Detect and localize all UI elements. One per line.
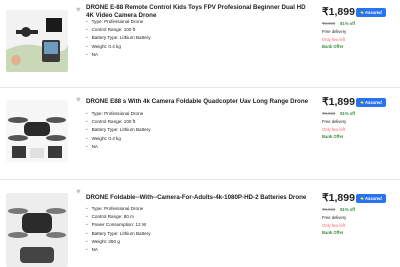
spec-item: NA <box>86 51 151 59</box>
product-card-1[interactable]: ♥ DRONE E-88 Remote Control Kids Toys FP… <box>0 0 400 88</box>
spec-item: Battery Type: Lithium Battery <box>86 126 151 134</box>
wishlist-heart-icon[interactable]: ♥ <box>76 6 83 14</box>
spec-item: Type: Professional Drone <box>86 18 151 26</box>
price: ₹1,899 <box>322 6 355 18</box>
product-title[interactable]: DRONE E-88 Remote Control Kids Toys FPV … <box>86 4 311 19</box>
plus-icon: ✚ <box>360 10 364 15</box>
spec-item: Control Range: 100 ft <box>86 118 151 126</box>
price: ₹1,899 <box>322 96 355 108</box>
spec-list: Type: Professional Drone Control Range: … <box>86 110 151 151</box>
product-card-3[interactable]: ♥ DRONE Foldable--With--Camera-For-Adult… <box>0 180 400 267</box>
spec-item: Type: Professional Drone <box>86 110 151 118</box>
assured-badge: ✚Assured <box>356 8 386 17</box>
spec-item: Battery Type: Lithium Battery <box>86 230 151 238</box>
assured-badge: ✚Assured <box>356 98 386 107</box>
delivery-info: Free delivery Only few left Bank Offer <box>322 29 347 50</box>
delivery-info: Free delivery Only few left Bank Offer <box>322 215 347 236</box>
spec-item: NA <box>86 246 151 254</box>
price: ₹1,899 <box>322 192 355 204</box>
discount: 81% off <box>340 21 356 26</box>
discount: 81% off <box>340 207 356 212</box>
wishlist-heart-icon[interactable]: ♥ <box>76 96 83 104</box>
plus-icon: ✚ <box>360 196 364 201</box>
product-title[interactable]: DRONE E88 s With 4k Camera Foldable Quad… <box>86 98 311 106</box>
spec-item: Weight: 250 g <box>86 238 151 246</box>
plus-icon: ✚ <box>360 100 364 105</box>
assured-badge: ✚Assured <box>356 194 386 203</box>
spec-item: Control Range: 80 m <box>86 213 151 221</box>
spec-item: NA <box>86 143 151 151</box>
wishlist-heart-icon[interactable]: ♥ <box>76 188 83 196</box>
spec-item: Battery Type: Lithium Battery <box>86 34 151 42</box>
spec-item: Type: Professional Drone <box>86 205 151 213</box>
spec-item: Weight: 0.4 kg <box>86 135 151 143</box>
product-title[interactable]: DRONE Foldable--With--Camera-For-Adults-… <box>86 194 311 202</box>
product-image-3[interactable] <box>6 193 68 267</box>
mrp: ₹9,998 81% off <box>322 111 356 116</box>
product-image-2[interactable] <box>6 100 68 162</box>
spec-item: Control Range: 100 ft <box>86 26 151 34</box>
product-image-1[interactable] <box>6 10 68 72</box>
spec-list: Type: Professional Drone Control Range: … <box>86 205 151 254</box>
spec-item: Weight: 0.4 kg <box>86 43 151 51</box>
spec-item: Power Consumption: 12 W <box>86 221 151 229</box>
spec-list: Type: Professional Drone Control Range: … <box>86 18 151 59</box>
discount: 81% off <box>340 111 356 116</box>
mrp: ₹9,998 81% off <box>322 207 356 212</box>
mrp: ₹9,998 81% off <box>322 21 356 26</box>
product-card-2[interactable]: ♥ DRONE E88 s With 4k Camera Foldable Qu… <box>0 88 400 180</box>
delivery-info: Free delivery Only few left Bank Offer <box>322 119 347 140</box>
